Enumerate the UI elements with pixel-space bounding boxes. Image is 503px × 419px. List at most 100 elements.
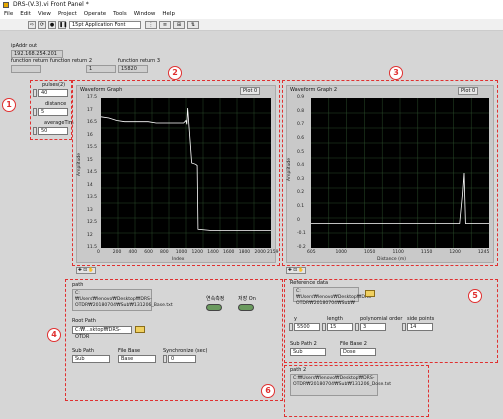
path-indicator: C:₩Users₩lenovo₩Desktop₩DRS-OTDR₩2018070… [72,289,173,311]
x-tick-label: 0 [97,250,100,255]
font-select[interactable]: 15pt Application Font [69,21,141,29]
x-tick-label: 200 [112,250,122,255]
y-tick-label: 16.5 [87,120,98,125]
abort-icon[interactable]: ● [48,21,56,29]
distance-spinner[interactable] [33,108,37,116]
distribute-icon[interactable]: ≡ [159,21,171,29]
x-tick-label: 1800 [238,250,251,255]
x-tick-label: 1245 [477,250,490,255]
side-points-input[interactable]: 14 [407,323,433,331]
file-base-2-input[interactable]: Dose [340,348,376,356]
y-tick-label: 0.4 [297,163,305,169]
save-on-label: 저장 On [238,296,256,302]
reference-browse-folder-icon[interactable] [365,290,375,297]
reorder-icon[interactable]: ⇅ [187,21,199,29]
menu-help[interactable]: Help [162,11,175,17]
y-tick-label: 0.6 [297,135,305,141]
save-on-button[interactable] [238,304,254,311]
menu-file[interactable]: File [4,11,13,17]
root-path-input[interactable]: C:₩...sktop₩DRS-OTDR [72,326,132,340]
x-tick-label: 1100 [392,250,404,255]
browse-folder-icon[interactable] [135,326,145,333]
y-label: y [294,316,297,322]
marker-5: 5 [468,289,482,303]
menu-tools[interactable]: Tools [113,11,127,17]
function-return-indicator [11,65,41,73]
average-time-spinner[interactable] [33,127,37,135]
side-points-spinner[interactable] [402,323,406,331]
continuous-measure-label: 연속측정 [206,296,225,302]
graph2-svg [311,98,489,248]
file-base-input[interactable]: Base [118,355,156,363]
graph1-legend-label: Plot 0 [243,88,258,94]
y-tick-label: 15.5 [87,145,98,150]
y-tick-label: 13.5 [87,195,98,200]
menu-edit[interactable]: Edit [20,11,31,17]
average-time-input[interactable]: 50 [38,127,68,135]
pause-icon[interactable]: ❚❚ [58,21,67,29]
sub-path-2-label: Sub Path 2 [290,341,317,347]
menu-window[interactable]: Window [134,11,156,17]
length-input[interactable]: 15 [327,323,353,331]
run-continuous-icon[interactable]: ⟳ [38,21,46,29]
file-base-2-label: File Base 2 [340,341,367,347]
menu-project[interactable]: Project [58,11,77,17]
x-tick-label: 1000 [175,250,188,255]
function-return-3-label: function return 3 [118,58,161,64]
reference-data-label: Reference data [290,280,329,286]
graph1-plot-legend[interactable]: Plot 0 [240,87,261,95]
polynomial-order-label: polynomial order [360,316,403,322]
waveform-graph-1: Waveform Graph Plot 0 17.5 17 16.5 16 15.5 15… [76,85,278,263]
y-tick-label: 15 [87,157,93,163]
y-tick-label: -0.2 [297,245,306,250]
y-tick-label: 13 [87,207,93,213]
graph2-title: Waveform Graph 2 [290,87,338,93]
x-tick-label: 2000 [254,250,266,255]
length-spinner[interactable] [322,323,326,331]
distance-input[interactable]: 5 [38,108,68,116]
run-arrow-icon[interactable]: ⇨ [28,21,36,29]
pulses-spinner[interactable] [33,89,37,97]
path-2-label: path 2 [290,367,307,373]
align-icon[interactable]: ⋮ [145,21,157,29]
y-tick-label: 12.5 [87,220,98,225]
graph2-plot-legend[interactable]: Plot 0 [458,87,479,95]
menu-operate[interactable]: Operate [84,11,106,17]
sub-path-input[interactable]: Sub [72,355,110,363]
polynomial-order-input[interactable]: 3 [360,323,386,331]
distance-label: distance [45,101,67,107]
continuous-measure-button[interactable] [206,304,222,311]
y-input[interactable]: 5500 [294,323,320,331]
y-tick-label: 0.1 [297,204,305,210]
graph1-xlabel: Index [172,257,185,262]
polynomial-order-spinner[interactable] [355,323,359,331]
y-tick-label: 17.5 [87,95,98,100]
reference-path-input[interactable]: C:₩Users₩lenovo₩Desktop₩DRS-OTDR₩2018070… [293,287,373,306]
resize-icon[interactable]: ⊞ [173,21,185,29]
x-tick-label: 1400 [207,250,219,255]
y-tick-label: 16 [87,132,93,138]
synchronize-spinner[interactable] [163,355,167,363]
menu-view[interactable]: View [38,11,51,17]
x-tick-label: 1200 [191,250,203,255]
graph2-legend-label: Plot 0 [461,88,476,94]
menu-bar: File Edit View Project Operate Tools Window Hel… [0,10,503,19]
toolbar: ⇨ ⟳ ● ❚❚ 15pt Application Font ⋮ ≡ ⊞ ⇅ [0,19,503,31]
graph1-plot-area[interactable] [100,98,271,248]
y-tick-label: 0.7 [297,122,305,128]
marker-3: 3 [389,66,403,80]
marker-2: 2 [168,66,182,80]
x-tick-label: 1000 [335,250,347,255]
synchronize-input[interactable]: 0 [168,355,196,363]
graph2-ylabel: Amplitude [287,157,292,181]
pulses-input[interactable]: 40 [38,89,68,97]
graph2-palette[interactable]: ✚ ⊡ ✋ [286,267,307,274]
sub-path-label: Sub Path [72,348,95,354]
graph1-palette[interactable]: ✚ ⊡ ✋ [76,267,97,274]
y-spinner[interactable] [289,323,293,331]
function-return-3-indicator: 15820 [118,65,148,73]
graph2-plot-area[interactable] [311,98,489,248]
y-tick-label: 0.2 [297,190,305,196]
function-return-2-indicator: 1 [86,65,116,73]
sub-path-2-input[interactable]: Sub [290,348,326,356]
